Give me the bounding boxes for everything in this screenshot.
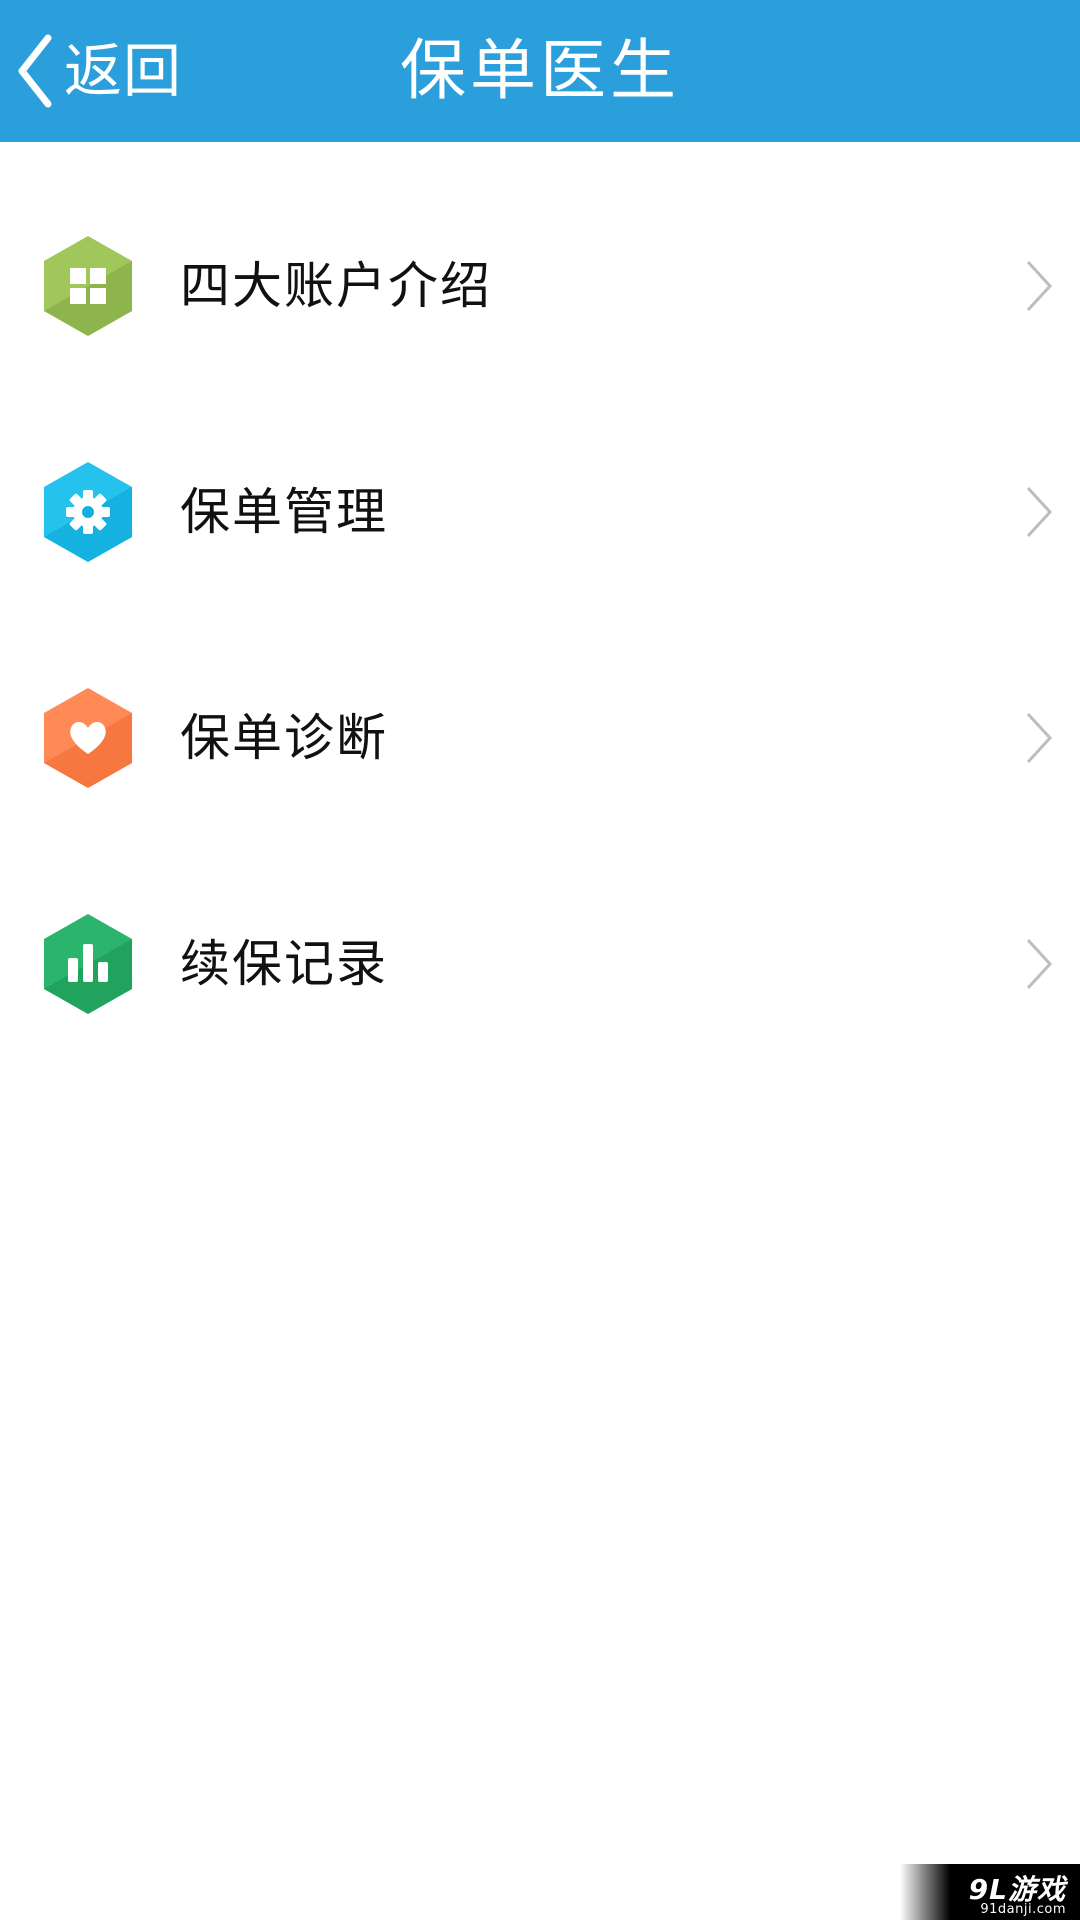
chevron-right-icon	[1024, 710, 1054, 766]
menu-item-label: 保单管理	[180, 483, 388, 541]
menu-item-account-intro[interactable]: 四大账户介绍	[0, 186, 1080, 386]
chevron-right-icon	[1024, 936, 1054, 992]
chevron-right-icon	[1024, 258, 1054, 314]
menu-item-label: 续保记录	[180, 935, 388, 993]
menu-item-policy-management[interactable]: 保单管理	[0, 412, 1080, 612]
heart-icon	[40, 686, 136, 790]
watermark-logo: 9L游戏 91danji.com	[900, 1864, 1080, 1920]
screen: 返回 保单医生 四大账户介绍 保单管理 保单诊断 续保记录 9L游戏 91dan…	[0, 0, 1080, 1920]
chevron-right-icon	[1024, 484, 1054, 540]
bar-chart-icon	[40, 912, 136, 1016]
gear-icon	[40, 460, 136, 564]
menu-item-renewal-records[interactable]: 续保记录	[0, 864, 1080, 1064]
navigation-bar: 返回 保单医生	[0, 0, 1080, 142]
grid-icon	[40, 234, 136, 338]
menu-item-label: 四大账户介绍	[180, 257, 492, 315]
menu-item-policy-diagnosis[interactable]: 保单诊断	[0, 638, 1080, 838]
watermark-url-text: 91danji.com	[980, 1902, 1066, 1917]
page-title: 保单医生	[400, 32, 680, 109]
menu-item-label: 保单诊断	[180, 709, 388, 767]
